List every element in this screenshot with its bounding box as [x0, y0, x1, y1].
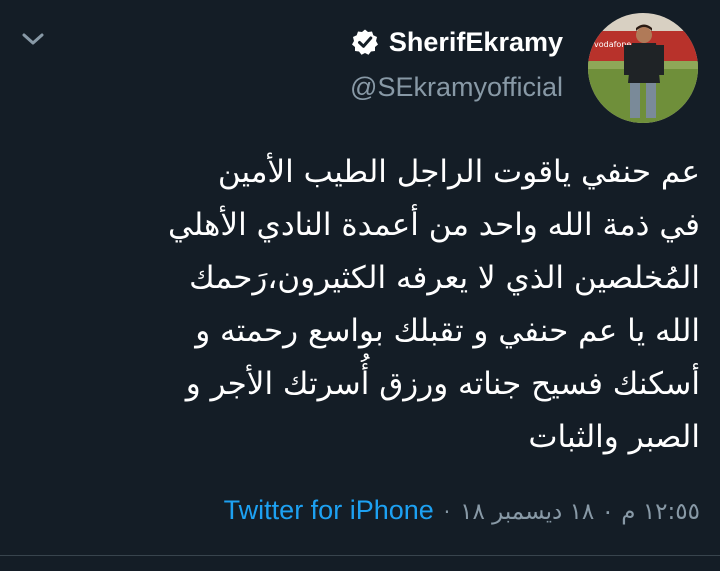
tweet-timestamp[interactable]: ١٢:٥٥ م ٠ ١٨ ديسمبر ١٨	[460, 494, 700, 530]
tweet-line: أسكنك فسيح جناته ورزق أُسرتك الأجر و	[185, 366, 700, 402]
profile-avatar[interactable]: vodafone	[588, 13, 698, 123]
tweet-line: في ذمة الله واحد من أعمدة النادي الأهلي	[167, 207, 700, 243]
tweet-text: عم حنفي ياقوت الراجل الطيب الأمين في ذمة…	[20, 146, 700, 464]
user-name-row[interactable]: SherifEkramy	[351, 24, 563, 60]
tweet-line: الله يا عم حنفي و تقبلك بواسع رحمته و	[195, 313, 700, 349]
tweet-line: المُخلصين الذي لا يعرفه الكثيرون،رَحمك	[189, 260, 700, 296]
tweet-source-link[interactable]: Twitter for iPhone	[224, 492, 434, 528]
verified-badge-icon	[351, 29, 378, 55]
chevron-down-icon[interactable]	[18, 28, 48, 50]
meta-separator: ·	[443, 500, 451, 524]
display-name[interactable]: SherifEkramy	[389, 24, 563, 60]
tweet-card: SherifEkramy @SEkramyofficial vodafone ع…	[0, 0, 720, 571]
user-handle[interactable]: @SEkramyofficial	[350, 70, 563, 104]
avatar-photo: vodafone	[588, 13, 698, 123]
tweet-meta: Twitter for iPhone · ١٢:٥٥ م ٠ ١٨ ديسمبر…	[224, 492, 700, 530]
tweet-line: الصبر والثبات	[528, 419, 700, 455]
divider	[0, 555, 720, 556]
tweet-line: عم حنفي ياقوت الراجل الطيب الأمين	[217, 154, 700, 190]
